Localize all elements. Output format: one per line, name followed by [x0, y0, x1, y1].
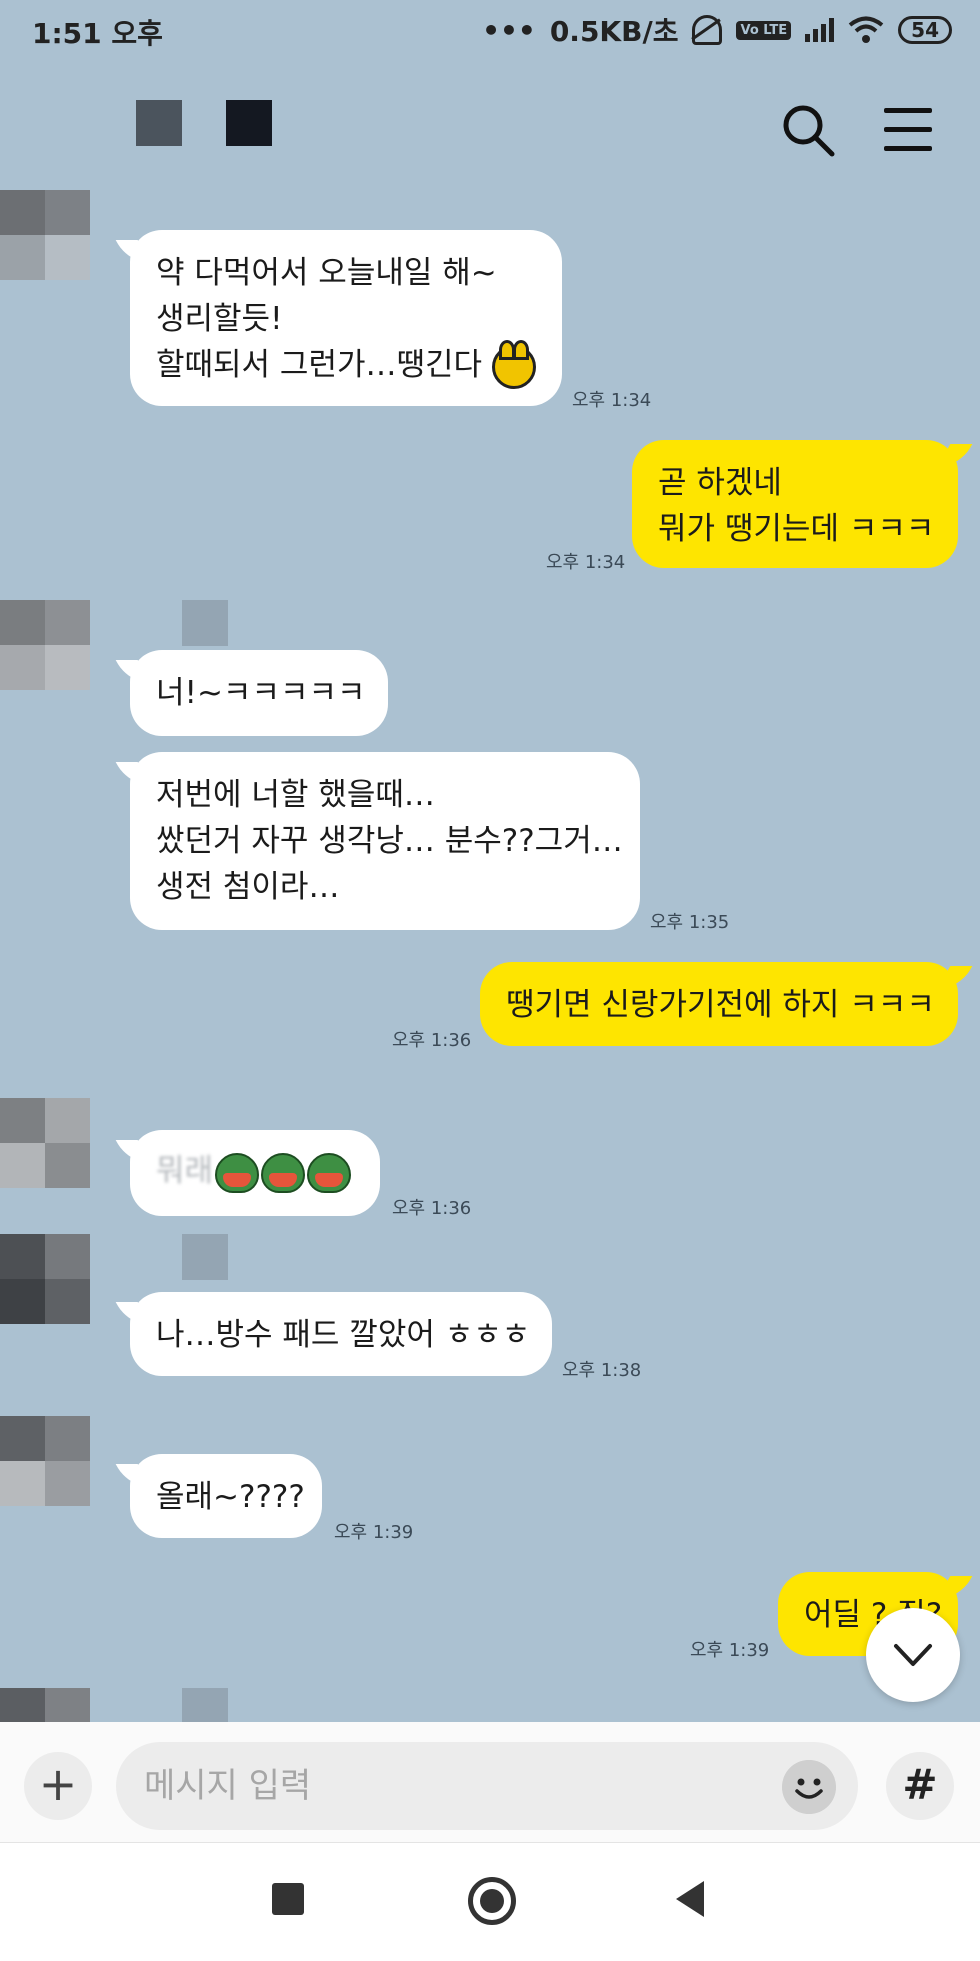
message-time: 오후 1:34 — [572, 390, 652, 411]
network-speed: 0.5KB/초 — [549, 15, 679, 48]
message-input[interactable] — [116, 1742, 858, 1830]
status-icons: ••• 0.5KB/초 Vo LTE 54 — [482, 10, 952, 50]
message-time: 오후 1:35 — [650, 912, 730, 933]
incoming-message[interactable]: 나…방수 패드 깔았어 ㅎㅎㅎ — [130, 1292, 552, 1376]
profile-avatar[interactable] — [0, 1416, 90, 1506]
recents-button[interactable] — [272, 1883, 304, 1915]
system-nav-bar — [0, 1842, 980, 1961]
profile-avatar[interactable] — [0, 1234, 90, 1324]
menu-icon[interactable] — [884, 108, 932, 152]
scroll-down-button[interactable] — [866, 1608, 960, 1702]
hashtag-button[interactable]: # — [886, 1752, 954, 1820]
profile-avatar[interactable] — [0, 1098, 90, 1188]
message-line: 생리할듯! — [156, 301, 283, 337]
message-line: 생전 첨이라… — [156, 869, 340, 905]
message-time: 오후 1:38 — [562, 1360, 642, 1381]
chat-title-avatar[interactable] — [136, 100, 182, 146]
chevron-down-icon — [894, 1644, 932, 1666]
message-time: 오후 1:39 — [690, 1640, 770, 1661]
message-line: 곧 하겠네 — [658, 465, 782, 501]
volte-icon: Vo LTE — [736, 20, 792, 40]
message-time: 오후 1:39 — [334, 1522, 414, 1543]
message-line: 뭐가 땡기는데 ㅋㅋㅋ — [658, 511, 935, 547]
outgoing-message[interactable]: 땡기면 신랑가기전에 하지 ㅋㅋㅋ — [480, 962, 958, 1046]
message-line: 뭐래 — [156, 1153, 214, 1189]
incoming-message[interactable]: 약 다먹어서 오늘내일 해~ 생리할듯! 할때되서 그런가…땡긴다 — [130, 230, 562, 406]
frog-emoticon-icon — [307, 1152, 352, 1193]
message-line: 약 다먹어서 오늘내일 해~ — [156, 255, 497, 291]
mute-icon — [692, 15, 723, 45]
frog-emoticon-icon — [215, 1152, 260, 1193]
message-line: 올래~???? — [156, 1479, 305, 1515]
message-line: 할때되서 그런가…땡긴다 — [156, 347, 483, 383]
emoji-icon[interactable] — [782, 1760, 836, 1814]
home-button[interactable] — [468, 1877, 516, 1925]
back-button[interactable] — [676, 1881, 704, 1917]
chat-title-avatar-2[interactable] — [226, 100, 272, 146]
message-line: 쌌던거 자꾸 생각낭… 분수??그거… — [156, 823, 623, 859]
message-time: 오후 1:36 — [392, 1030, 472, 1051]
message-line: 저번에 너할 했을때… — [156, 777, 435, 813]
incoming-message[interactable]: 뭐래 — [130, 1130, 380, 1216]
emoticon-icon — [491, 339, 536, 389]
profile-avatar[interactable] — [0, 190, 90, 280]
sender-name — [182, 1234, 228, 1280]
search-icon[interactable] — [780, 102, 836, 158]
incoming-message[interactable]: 올래~???? — [130, 1454, 322, 1538]
status-dots: ••• — [482, 13, 536, 47]
message-line: 나…방수 패드 깔았어 ㅎㅎㅎ — [156, 1317, 531, 1353]
message-line: 땡기면 신랑가기전에 하지 ㅋㅋㅋ — [506, 987, 935, 1023]
profile-avatar[interactable] — [0, 600, 90, 690]
message-time: 오후 1:34 — [546, 552, 626, 573]
signal-icon — [805, 18, 835, 42]
sender-name — [182, 600, 228, 646]
plus-button[interactable]: + — [24, 1752, 92, 1820]
frog-emoticon-icon — [261, 1152, 306, 1193]
battery-indicator: 54 — [898, 16, 952, 44]
outgoing-message[interactable]: 곧 하겠네 뭐가 땡기는데 ㅋㅋㅋ — [632, 440, 958, 568]
message-time: 오후 1:36 — [392, 1198, 472, 1219]
status-bar: 1:51 오후 ••• 0.5KB/초 Vo LTE 54 — [0, 0, 980, 60]
wifi-icon — [848, 16, 884, 43]
status-time: 1:51 오후 — [32, 17, 163, 50]
incoming-message[interactable]: 저번에 너할 했을때… 쌌던거 자꾸 생각낭… 분수??그거… 생전 첨이라… — [130, 752, 640, 930]
message-line: 너!~ㅋㅋㅋㅋㅋ — [156, 675, 366, 711]
incoming-message[interactable]: 너!~ㅋㅋㅋㅋㅋ — [130, 650, 388, 736]
message-input-bar: + # — [0, 1722, 980, 1842]
